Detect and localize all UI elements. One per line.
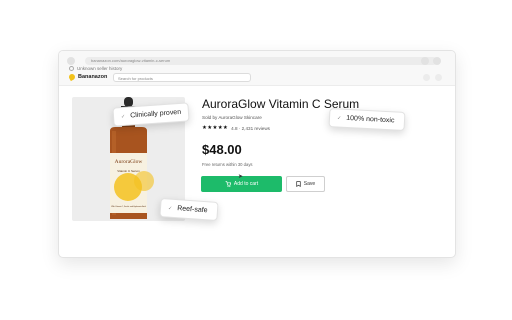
bottle-brand: AuroraGlow (115, 159, 143, 165)
add-to-cart-label: Add to cart (233, 181, 259, 187)
badge-label: Clinically proven (130, 108, 182, 120)
tab-info[interactable]: Unknown seller history (69, 66, 122, 71)
logo-text: Bananazon (78, 74, 108, 80)
rating[interactable]: ★★★★★ 4.8 · 2,431 reviews (202, 125, 270, 131)
bookmark-icon (296, 181, 301, 187)
profile-icon[interactable] (433, 57, 441, 65)
tab-label: Unknown seller history (77, 66, 123, 71)
back-icon[interactable] (67, 57, 75, 65)
search-input[interactable]: Search for products (113, 73, 251, 82)
account-icon[interactable] (423, 74, 430, 81)
seller-link[interactable]: Sold by AuroraGlow Skincare (202, 115, 262, 120)
badge-non-toxic: ✓ 100% non-toxic (328, 108, 406, 131)
mouse-cursor-icon: ➤ (238, 174, 244, 180)
cart-icon[interactable] (435, 74, 442, 81)
site-logo[interactable]: Bananazon (67, 72, 108, 82)
star-rating-icon: ★★★★★ (202, 125, 229, 131)
cart-icon (225, 181, 231, 187)
badge-label: Reef-safe (176, 205, 208, 215)
returns-info: Free returns within 30 days (202, 162, 253, 167)
badge-reef-safe: ✓ Reef-safe (159, 198, 219, 221)
check-icon: ✓ (167, 205, 173, 212)
bottle-line: Vitamin C Serum (117, 169, 140, 173)
url-bar[interactable]: bananazon.com/auroraglow-vitamin-c-serum (85, 57, 437, 65)
price: $48.00 (202, 142, 242, 157)
rating-text: 4.8 · 2,431 reviews (231, 125, 270, 131)
menu-icon[interactable] (421, 57, 429, 65)
badge-label: 100% non-toxic (346, 114, 395, 125)
site-header: Bananazon Search for products (59, 72, 455, 85)
bottle-small-print: With Vitamin C, Ferulic and Hyaluronic A… (111, 205, 146, 208)
browser-window: bananazon.com/auroraglow-vitamin-c-serum… (58, 50, 456, 258)
save-button[interactable]: Save (286, 176, 325, 192)
check-icon: ✓ (120, 113, 126, 120)
banana-icon (67, 72, 77, 82)
save-label: Save (303, 181, 316, 187)
check-icon: ✓ (336, 114, 342, 122)
info-icon (69, 66, 74, 71)
